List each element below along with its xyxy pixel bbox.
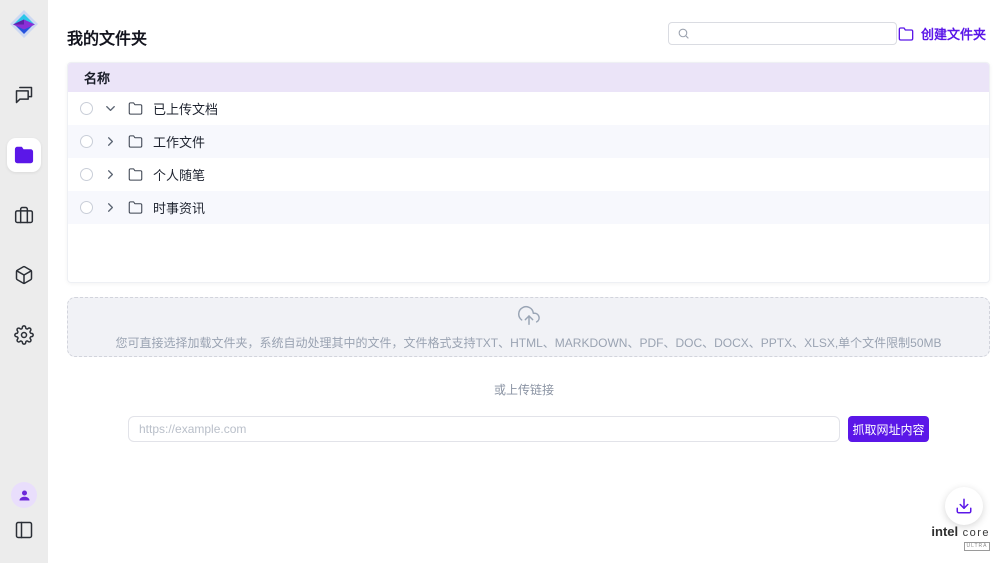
user-avatar[interactable] xyxy=(11,482,37,508)
sidebar-toggle-icon xyxy=(14,520,34,540)
chevron-right-icon[interactable] xyxy=(103,134,118,149)
row-checkbox[interactable] xyxy=(80,201,93,214)
chevron-right-icon[interactable] xyxy=(103,200,118,215)
chevron-down-icon[interactable] xyxy=(103,101,118,116)
row-checkbox[interactable] xyxy=(80,102,93,115)
folder-icon xyxy=(128,101,143,116)
search-input[interactable] xyxy=(690,27,896,41)
or-upload-link-label: 或上传链接 xyxy=(48,381,1000,398)
table-header-name: 名称 xyxy=(68,63,989,92)
folder-icon xyxy=(14,145,34,165)
upload-cloud-icon xyxy=(516,305,542,327)
folder-icon xyxy=(128,134,143,149)
sidebar-item-workspace[interactable] xyxy=(7,198,41,232)
sidebar-item-settings[interactable] xyxy=(7,318,41,352)
sidebar-item-models[interactable] xyxy=(7,258,41,292)
upload-dropzone[interactable]: 您可直接选择加载文件夹，系统自动处理其中的文件，文件格式支持TXT、HTML、M… xyxy=(67,297,990,357)
row-checkbox[interactable] xyxy=(80,168,93,181)
gear-icon xyxy=(14,325,34,345)
sidebar-item-folders[interactable] xyxy=(7,138,41,172)
intel-word: intel xyxy=(931,524,958,539)
table-row[interactable]: 已上传文档 xyxy=(68,92,989,125)
table-row[interactable]: 时事资讯 xyxy=(68,191,989,224)
table-row[interactable]: 个人随笔 xyxy=(68,158,989,191)
download-fab[interactable] xyxy=(945,487,983,525)
create-folder-button[interactable]: 创建文件夹 xyxy=(898,24,986,43)
folder-plus-icon xyxy=(898,26,914,42)
row-checkbox[interactable] xyxy=(80,135,93,148)
sidebar-item-chat[interactable] xyxy=(7,78,41,112)
core-word: core xyxy=(963,527,990,539)
page-title: 我的文件夹 xyxy=(67,25,147,49)
folder-name: 已上传文档 xyxy=(153,99,218,118)
download-icon xyxy=(955,497,973,515)
create-folder-label: 创建文件夹 xyxy=(921,24,986,43)
folder-table: 名称 已上传文档 工作文件 个人随笔 时事资讯 xyxy=(67,62,990,283)
folder-name: 个人随笔 xyxy=(153,165,205,184)
folder-table-body: 已上传文档 工作文件 个人随笔 时事资讯 xyxy=(68,92,989,224)
search-box xyxy=(668,22,897,45)
chat-icon xyxy=(14,85,34,105)
sidebar xyxy=(0,0,48,563)
person-icon xyxy=(17,488,32,503)
ultra-badge: ULTRA xyxy=(964,542,990,551)
box-icon xyxy=(14,265,34,285)
folder-icon xyxy=(128,167,143,182)
folder-name: 时事资讯 xyxy=(153,198,205,217)
fetch-url-button[interactable]: 抓取网址内容 xyxy=(848,416,929,442)
diamond-logo[interactable] xyxy=(8,8,40,40)
intel-core-logo: intel core ULTRA xyxy=(931,524,990,551)
folder-icon xyxy=(128,200,143,215)
url-input[interactable] xyxy=(128,416,840,442)
main-content: 我的文件夹 创建文件夹 名称 已上传文档 工作文件 xyxy=(48,0,1000,563)
sidebar-toggle[interactable] xyxy=(14,520,34,545)
briefcase-icon xyxy=(14,205,34,225)
folder-name: 工作文件 xyxy=(153,132,205,151)
search-icon xyxy=(677,27,690,40)
upload-hint: 您可直接选择加载文件夹，系统自动处理其中的文件，文件格式支持TXT、HTML、M… xyxy=(68,334,989,351)
chevron-right-icon[interactable] xyxy=(103,167,118,182)
table-row[interactable]: 工作文件 xyxy=(68,125,989,158)
